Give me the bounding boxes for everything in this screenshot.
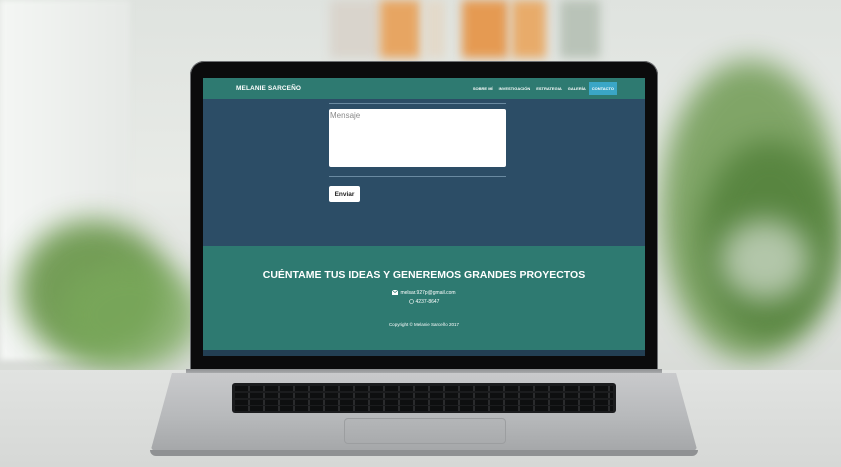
key-row <box>235 393 613 398</box>
background-shelf <box>512 0 546 58</box>
nav-item-estrategia[interactable]: ESTRATEGIA <box>533 82 564 95</box>
laptop-base-edge <box>150 450 698 456</box>
footer-phone-row: 4237-8647 <box>203 299 645 305</box>
divider <box>329 176 506 177</box>
message-textarea[interactable]: Mensaje <box>329 109 506 167</box>
nav-item-galeria[interactable]: GALERÍA <box>565 82 589 95</box>
footer-email[interactable]: melsar.927p@gmail.com <box>400 290 455 296</box>
footer-copyright: Copyright © Melanie Sarceño 2017 <box>388 322 460 327</box>
background-shelf <box>330 0 378 58</box>
divider <box>329 103 506 104</box>
key-row <box>235 406 613 411</box>
nav-item-sobre-mi[interactable]: SOBRE MÍ <box>470 82 496 95</box>
envelope-icon <box>392 290 399 296</box>
screen-bottom-strip <box>203 350 645 356</box>
footer: CUÉNTAME TUS IDEAS Y GENEREMOS GRANDES P… <box>203 246 645 356</box>
laptop-screen: MELANIE SARCEÑO SOBRE MÍ INVESTIGACIÓN E… <box>203 78 645 356</box>
key-row <box>235 386 613 391</box>
contact-form-section: Mensaje Enviar <box>203 99 645 246</box>
laptop-lid: MELANIE SARCEÑO SOBRE MÍ INVESTIGACIÓN E… <box>190 61 658 373</box>
navbar: MELANIE SARCEÑO SOBRE MÍ INVESTIGACIÓN E… <box>203 78 645 99</box>
background-shelf <box>425 0 445 58</box>
plant-left <box>60 260 200 370</box>
whatsapp-icon <box>408 299 414 304</box>
background-shelf <box>462 0 508 58</box>
nav-item-investigacion[interactable]: INVESTIGACIÓN <box>496 82 534 95</box>
background-shelf <box>380 0 420 58</box>
background-shelf <box>560 0 600 58</box>
brand-logo[interactable]: MELANIE SARCEÑO <box>236 85 301 92</box>
nav-item-contacto[interactable]: CONTACTO <box>588 82 617 95</box>
footer-title: CUÉNTAME TUS IDEAS Y GENEREMOS GRANDES P… <box>262 269 586 281</box>
footer-email-row: melsar.927p@gmail.com <box>203 290 645 296</box>
nav-links: SOBRE MÍ INVESTIGACIÓN ESTRATEGIA GALERÍ… <box>470 82 617 95</box>
laptop-touchpad <box>344 418 506 444</box>
laptop-keyboard <box>232 383 616 413</box>
footer-phone: 4237-8647 <box>415 299 440 305</box>
plant-flowers <box>720 220 810 300</box>
key-row <box>235 400 613 405</box>
send-button[interactable]: Enviar <box>329 186 360 202</box>
